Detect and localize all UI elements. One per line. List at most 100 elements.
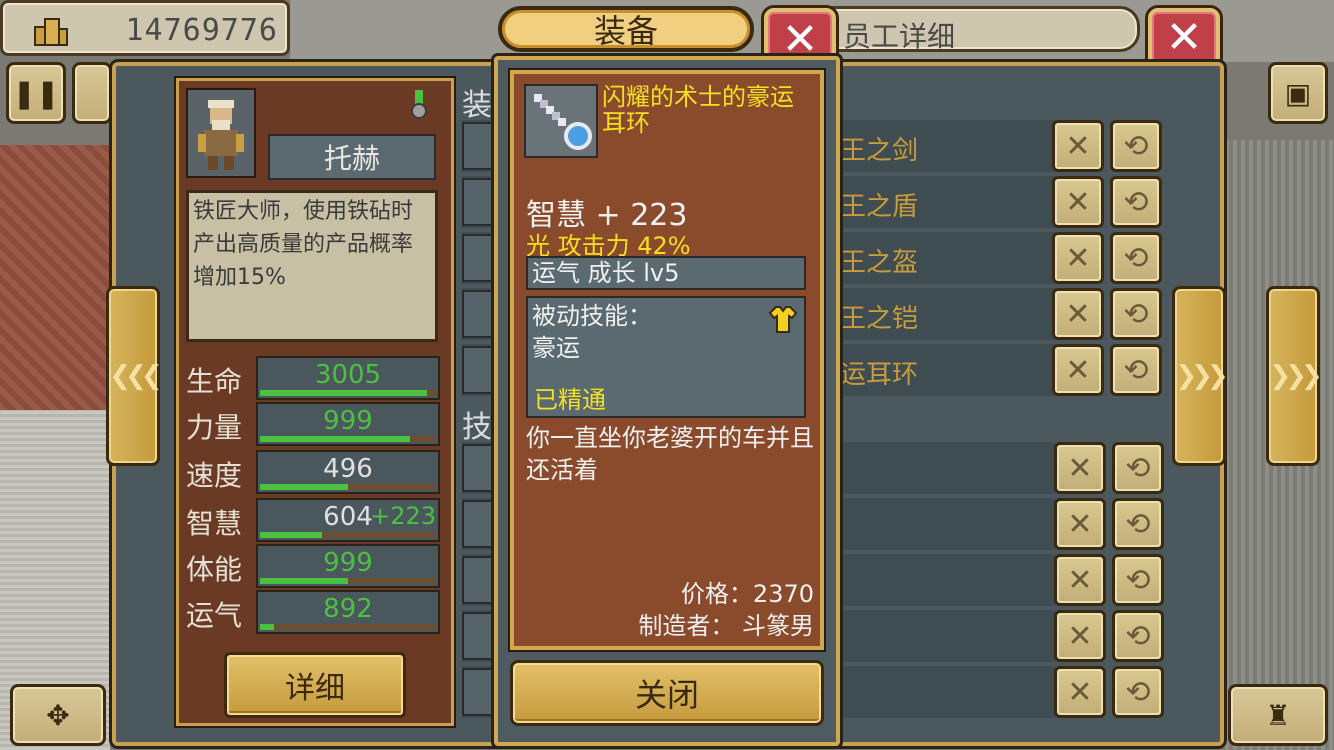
move-button[interactable]: ✥	[10, 684, 106, 746]
equipment-slot[interactable]	[462, 290, 498, 338]
equipment-slot[interactable]	[462, 178, 498, 226]
double-chevron-right-icon: ❯❯❯	[1269, 361, 1322, 391]
earring-icon	[534, 94, 592, 150]
stat-box: 892	[256, 590, 440, 634]
x-icon: ✕	[1067, 450, 1093, 486]
swap-icon: ⟲	[1125, 562, 1151, 598]
stat-bar	[260, 532, 436, 538]
swap-button[interactable]: ⟲	[1112, 442, 1164, 494]
swap-icon: ⟲	[1125, 674, 1151, 710]
stat-bar-fill	[260, 532, 322, 538]
next-item-button[interactable]: ❯❯❯	[1172, 286, 1229, 466]
equipment-section-label: 装	[462, 88, 492, 123]
skill-section-label: 技	[462, 410, 492, 445]
unequip-button[interactable]: ✕	[1054, 442, 1106, 494]
character-portrait	[186, 88, 256, 178]
unequip-button[interactable]: ✕	[1054, 666, 1106, 718]
next-staff-button[interactable]: ❯❯❯	[1266, 286, 1323, 466]
unequip-button[interactable]: ✕	[1054, 498, 1106, 550]
swap-button[interactable]: ⟲	[1110, 232, 1162, 284]
stat-bar	[260, 390, 436, 396]
swap-button[interactable]: ⟲	[1112, 554, 1164, 606]
camera-icon: ▣	[1284, 76, 1312, 110]
stat-bar	[260, 484, 436, 490]
camera-button[interactable]: ▣	[1268, 62, 1328, 124]
swap-icon: ⟲	[1123, 352, 1149, 388]
stat-box: 3005	[256, 356, 440, 400]
passive-skill-label: 被动技能：	[532, 302, 652, 330]
unequip-button[interactable]: ✕	[1054, 610, 1106, 662]
detail-button[interactable]: 详细	[224, 652, 406, 718]
x-icon: ✕	[1067, 562, 1093, 598]
x-icon: ✕	[1065, 240, 1091, 276]
prev-staff-button[interactable]: ❮❮❮	[106, 286, 163, 466]
pause-icon: ❚❚	[12, 76, 60, 110]
stat-bar-fill	[260, 484, 348, 490]
equipment-name: 王之铠	[840, 304, 919, 334]
stat-bonus: +223	[370, 502, 436, 530]
swap-button[interactable]: ⟲	[1110, 176, 1162, 228]
equipment-slot[interactable]	[462, 668, 498, 716]
swap-button[interactable]: ⟲	[1110, 344, 1162, 396]
unequip-button[interactable]: ✕	[1054, 554, 1106, 606]
equipment-slot[interactable]	[462, 500, 498, 548]
unequip-button[interactable]: ✕	[1052, 344, 1104, 396]
equipment-slot[interactable]	[462, 612, 498, 660]
swap-icon: ⟲	[1123, 296, 1149, 332]
x-icon: ✕	[1067, 618, 1093, 654]
equipment-slot[interactable]	[462, 122, 498, 170]
popup-close-button[interactable]: 关闭	[510, 660, 824, 726]
money-value: 14769776	[125, 13, 278, 48]
unequip-button[interactable]: ✕	[1052, 232, 1104, 284]
left-menu-button[interactable]	[72, 62, 112, 124]
unequip-button[interactable]: ✕	[1052, 288, 1104, 340]
build-button[interactable]: ♜	[1228, 684, 1328, 746]
equipment-name: 王之盔	[840, 248, 919, 278]
medal-icon	[411, 90, 427, 119]
character-sprite-icon	[198, 100, 244, 170]
swap-icon: ⟲	[1125, 450, 1151, 486]
unequip-button[interactable]: ✕	[1052, 176, 1104, 228]
stat-bar	[260, 436, 436, 442]
passive-skill-box: 被动技能： 豪运 已精通	[526, 296, 806, 418]
stat-value: 999	[323, 548, 373, 578]
equipment-slot[interactable]	[462, 234, 498, 282]
swap-button[interactable]: ⟲	[1112, 610, 1164, 662]
swap-button[interactable]: ⟲	[1112, 498, 1164, 550]
stat-label: 体能	[186, 553, 243, 586]
x-icon: ✕	[1067, 674, 1093, 710]
double-chevron-left-icon: ❮❮❮	[109, 361, 162, 391]
swap-icon: ⟲	[1123, 128, 1149, 164]
pause-button[interactable]: ❚❚	[6, 62, 66, 124]
staff-close-button[interactable]: ✕	[1148, 8, 1220, 68]
swap-button[interactable]: ⟲	[1110, 288, 1162, 340]
swap-button[interactable]: ⟲	[1110, 120, 1162, 172]
swap-icon: ⟲	[1125, 618, 1151, 654]
crown-icon: ♜	[1265, 698, 1291, 732]
background-brick-wall	[0, 145, 110, 410]
popup-title: 装备	[498, 6, 754, 52]
building-icon	[34, 18, 68, 46]
item-price: 价格：2370	[680, 580, 814, 608]
character-name[interactable]: 托赫	[268, 134, 436, 180]
item-icon	[524, 84, 598, 158]
equipment-name: 王之盾	[840, 192, 919, 222]
stat-value: 999	[323, 406, 373, 436]
stat-box: 999	[256, 402, 440, 446]
unequip-button[interactable]: ✕	[1052, 120, 1104, 172]
swap-button[interactable]: ⟲	[1112, 666, 1164, 718]
equipment-slot[interactable]	[462, 556, 498, 604]
swap-icon: ⟲	[1125, 506, 1151, 542]
equipment-name: 运耳环	[840, 360, 919, 390]
equipment-slot[interactable]	[462, 444, 498, 492]
passive-skill-name: 豪运	[532, 334, 580, 362]
stat-bar	[260, 624, 436, 630]
skill-mastery-status: 已精通	[534, 386, 606, 414]
equipment-slot[interactable]	[462, 346, 498, 394]
stat-bar-fill	[260, 390, 428, 396]
x-icon: ✕	[1067, 506, 1093, 542]
item-maker: 制造者： 斗篆男	[638, 612, 814, 640]
stat-bar-fill	[260, 578, 348, 584]
stat-label: 速度	[186, 459, 243, 492]
swap-icon: ⟲	[1123, 184, 1149, 220]
